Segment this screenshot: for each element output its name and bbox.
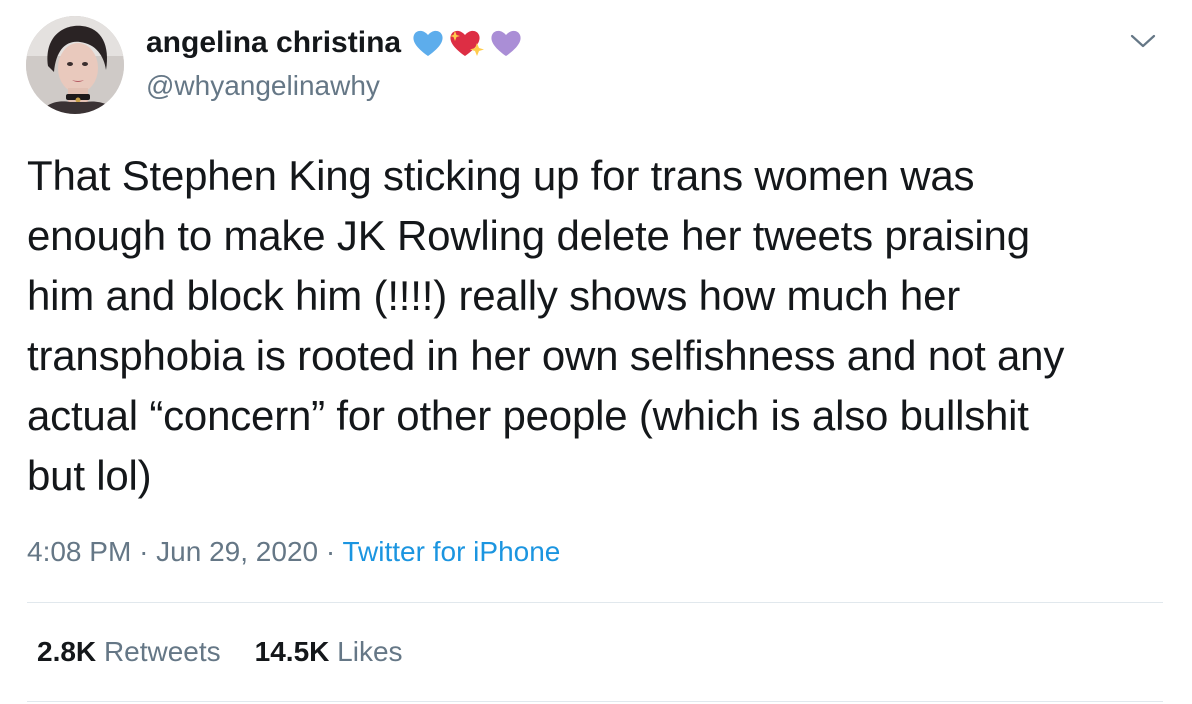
tweet-text: That Stephen King sticking up for trans …	[27, 152, 1065, 499]
likes-stat[interactable]: 14.5K Likes	[255, 636, 403, 668]
likes-count: 14.5K	[254, 636, 330, 667]
tweet-card: angelina christina @whyangelinawhy That …	[0, 0, 1192, 704]
user-display-name[interactable]: angelina christina	[146, 26, 523, 60]
divider	[27, 602, 1163, 603]
meta-separator: ·	[139, 536, 149, 567]
tweet-meta: 4:08 PM · Jun 29, 2020 · Twitter for iPh…	[27, 536, 560, 568]
sparkling-heart-icon	[450, 30, 485, 56]
retweets-stat[interactable]: 2.8K Retweets	[37, 636, 221, 668]
retweets-count: 2.8K	[37, 636, 97, 667]
tweet-time[interactable]: 4:08 PM	[27, 536, 131, 567]
meta-separator: ·	[325, 536, 336, 567]
tweet-stats: 2.8K Retweets 14.5K Likes	[37, 636, 403, 668]
tweet-source-link[interactable]: Twitter for iPhone	[342, 536, 560, 567]
blue-heart-icon	[413, 30, 443, 56]
divider	[27, 701, 1163, 702]
name-emojis	[411, 27, 523, 59]
avatar[interactable]	[26, 16, 124, 114]
purple-heart-icon	[491, 30, 521, 56]
more-options-button[interactable]	[1128, 30, 1158, 52]
retweets-label: Retweets	[103, 636, 221, 667]
user-handle[interactable]: @whyangelinawhy	[146, 70, 380, 102]
display-name-text: angelina christina	[146, 26, 402, 59]
tweet-date[interactable]: Jun 29, 2020	[156, 536, 318, 567]
chevron-down-icon	[1130, 34, 1156, 48]
likes-label: Likes	[337, 636, 403, 667]
avatar-image	[26, 16, 124, 114]
